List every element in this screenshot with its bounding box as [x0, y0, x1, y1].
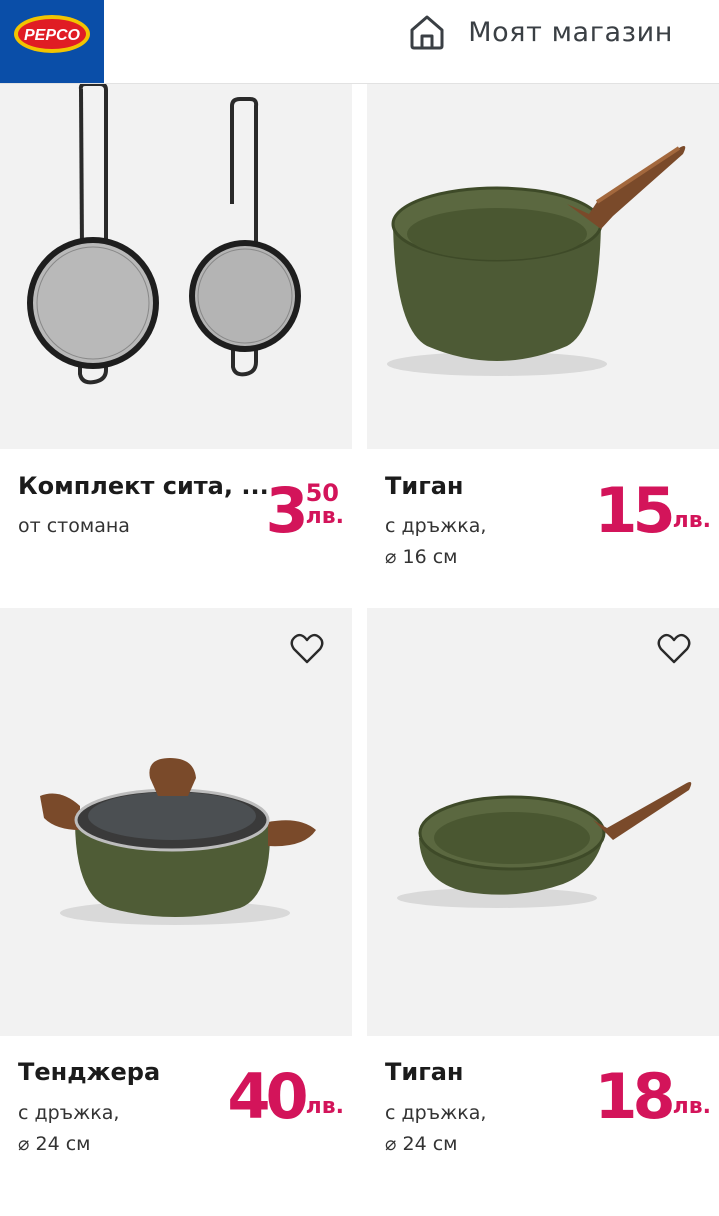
price-currency: лв.: [305, 504, 344, 529]
product-image: [367, 608, 719, 1036]
price-currency: лв.: [305, 1094, 344, 1119]
product-description: с дръжка, ⌀ 24 см: [385, 1098, 486, 1160]
product-price: 15 лв.: [594, 480, 711, 542]
price-cents: 50: [305, 479, 339, 507]
price-main: 40: [227, 1060, 308, 1133]
product-title: Тенджера: [18, 1058, 161, 1086]
top-header: PEPCO Моят магазин: [0, 0, 719, 84]
price-main: 3: [265, 474, 308, 547]
product-desc-line: от стомана: [18, 515, 130, 537]
product-desc-line: ⌀ 16 см: [385, 546, 458, 568]
favorite-heart-icon[interactable]: [657, 632, 691, 666]
product-description: с дръжка, ⌀ 16 см: [385, 511, 486, 573]
product-price: 18 лв.: [594, 1066, 711, 1128]
product-description: от стомана: [18, 511, 130, 542]
product-desc-line: с дръжка,: [385, 515, 487, 537]
product-title: Комплект сита, ...: [18, 472, 269, 500]
price-main: 15: [594, 474, 675, 547]
product-image: [367, 84, 719, 449]
price-currency: лв.: [672, 1094, 711, 1119]
product-description: с дръжка, ⌀ 24 см: [18, 1098, 119, 1160]
product-desc-line: ⌀ 24 см: [385, 1133, 458, 1155]
home-icon: [410, 15, 444, 50]
product-title: Тиган: [385, 1058, 464, 1086]
product-desc-line: с дръжка,: [18, 1102, 120, 1124]
my-store-link[interactable]: Моят магазин: [408, 12, 673, 52]
product-title: Тиган: [385, 472, 464, 500]
product-card[interactable]: Тиган с дръжка, ⌀ 24 см 18 лв.: [367, 608, 719, 1168]
svg-text:PEPCO: PEPCO: [24, 27, 81, 44]
favorite-heart-icon[interactable]: [290, 632, 324, 666]
product-image: [0, 84, 352, 449]
pepco-logo[interactable]: PEPCO: [0, 0, 104, 83]
product-price: 3 50 лв.: [265, 480, 344, 542]
pepco-logo-mark: PEPCO: [14, 15, 90, 53]
my-store-label: Моят магазин: [468, 16, 673, 48]
product-card[interactable]: Тиган с дръжка, ⌀ 16 см 15 лв.: [367, 84, 719, 604]
product-desc-line: с дръжка,: [385, 1102, 487, 1124]
product-card[interactable]: Тенджера с дръжка, ⌀ 24 см 40 лв.: [0, 608, 352, 1168]
price-currency: лв.: [672, 508, 711, 533]
product-image: [0, 608, 352, 1036]
product-card[interactable]: Комплект сита, ... от стомана 3 50 лв.: [0, 84, 352, 604]
product-desc-line: ⌀ 24 см: [18, 1133, 91, 1155]
price-main: 18: [594, 1060, 675, 1133]
product-price: 40 лв.: [227, 1066, 344, 1128]
